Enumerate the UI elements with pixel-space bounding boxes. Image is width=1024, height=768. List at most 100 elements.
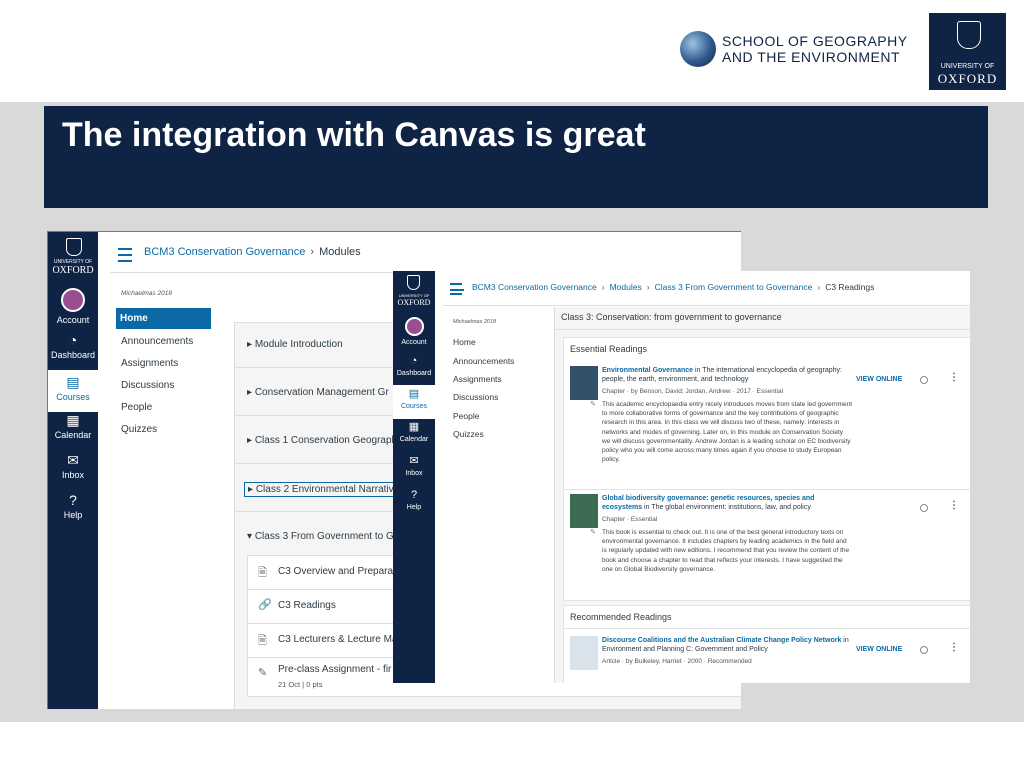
slide-title: The integration with Canvas is great <box>62 116 646 154</box>
nav-courses-label: Courses <box>56 392 90 402</box>
book-cover-thumbnail[interactable] <box>570 494 598 528</box>
nav-dashboard-label: Dashboard <box>396 370 432 377</box>
module-item-title[interactable]: C3 Overview and Preparat <box>278 566 396 577</box>
breadcrumb-course[interactable]: BCM3 Conservation Governance <box>144 246 305 258</box>
reading-title: Environmental Governance in The internat… <box>602 366 852 384</box>
inbox-icon: ✉ <box>67 452 79 468</box>
hamburger-menu-icon[interactable] <box>450 283 464 295</box>
nav-inbox[interactable]: ✉ Inbox <box>393 455 435 485</box>
reading-title: Global biodiversity governance: genetic … <box>602 494 852 512</box>
nav-calendar[interactable]: ▦ Calendar <box>393 421 435 451</box>
reading-meta: Chapter · by Benson, David; Jordan, Andr… <box>602 388 784 395</box>
course-nav-home[interactable]: Home <box>116 308 211 329</box>
breadcrumb: BCM3 Conservation Governance › Modules <box>144 246 361 258</box>
course-nav-people[interactable]: People <box>453 411 479 421</box>
breadcrumb-current: Modules <box>319 246 361 258</box>
oxford-nav-logo[interactable]: UNIVERSITY OF OXFORD <box>393 271 435 313</box>
nav-account[interactable]: Account <box>393 317 435 349</box>
nav-inbox[interactable]: ✉ Inbox <box>48 452 98 488</box>
page-icon: 🗎 <box>258 635 267 647</box>
nav-calendar-label: Calendar <box>399 436 429 443</box>
nav-inbox-label: Inbox <box>405 470 423 477</box>
status-circle-icon[interactable] <box>920 504 928 512</box>
status-circle-icon[interactable] <box>920 376 928 384</box>
course-nav-quizzes[interactable]: Quizzes <box>453 429 484 439</box>
nav-account-label: Account <box>56 315 90 325</box>
recommended-readings-panel: Recommended Readings Discourse Coalition… <box>563 605 970 683</box>
oxford-logo: UNIVERSITY OF OXFORD <box>929 13 1006 90</box>
course-nav-announcements[interactable]: Announcements <box>121 336 193 347</box>
module-title: Class 3 From Government to Go <box>254 531 400 542</box>
course-nav-assignments[interactable]: Assignments <box>453 374 502 384</box>
recommended-readings-heading: Recommended Readings <box>570 612 672 622</box>
nav-courses[interactable]: ▤ Courses <box>393 385 435 419</box>
reading-title-link[interactable]: Discourse Coalitions and the Australian … <box>602 637 841 644</box>
hamburger-menu-icon[interactable] <box>118 248 132 262</box>
reading-note: This academic encyclopaedia entry nicely… <box>602 401 853 464</box>
help-icon: ? <box>69 492 77 508</box>
nav-dashboard[interactable]: ◔ Dashboard <box>48 332 98 368</box>
breadcrumb-modules[interactable]: Modules <box>610 282 642 292</box>
oxford-crest-icon <box>66 238 82 256</box>
more-options-icon[interactable]: ⋮ <box>949 500 959 511</box>
nav-dashboard[interactable]: ◔ Dashboard <box>393 355 435 385</box>
oxford-crest-icon <box>407 275 420 290</box>
course-nav-discussions[interactable]: Discussions <box>453 392 498 402</box>
nav-account[interactable]: Account <box>48 288 98 325</box>
term-label: Michaelmas 2018 <box>121 290 172 297</box>
breadcrumb-module[interactable]: Class 3 From Government to Governance <box>655 282 813 292</box>
book-cover-thumbnail[interactable] <box>570 366 598 400</box>
header-divider <box>443 305 970 306</box>
inbox-icon: ✉ <box>409 455 419 467</box>
link-icon: 🔗 <box>258 599 272 611</box>
courses-icon: ▤ <box>408 388 420 400</box>
assignment-icon: ✎ <box>258 667 268 679</box>
oxford-crest-icon <box>957 21 981 49</box>
oxford-logo-small: UNIVERSITY OF <box>940 63 995 70</box>
more-options-icon[interactable]: ⋮ <box>949 642 959 653</box>
calendar-icon: ▦ <box>66 412 80 428</box>
nav-help-label: Help <box>406 504 422 511</box>
nav-dashboard-label: Dashboard <box>50 350 96 360</box>
note-icon: ✎ <box>590 401 596 408</box>
breadcrumb-current: C3 Readings <box>825 282 875 292</box>
logo-large-text: OXFORD <box>52 265 94 276</box>
oxford-nav-logo[interactable]: UNIVERSITY OF OXFORD <box>48 232 98 280</box>
breadcrumb-course[interactable]: BCM3 Conservation Governance <box>472 282 597 292</box>
nav-help-label: Help <box>63 510 83 520</box>
course-nav-discussions[interactable]: Discussions <box>121 380 174 391</box>
breadcrumb-separator-icon: › <box>310 246 315 258</box>
article-thumbnail[interactable] <box>570 636 598 670</box>
breadcrumb-separator-icon: › <box>601 282 605 292</box>
view-online-button[interactable]: VIEW ONLINE <box>856 376 902 383</box>
status-circle-icon[interactable] <box>920 646 928 654</box>
nav-courses[interactable]: ▤ Courses <box>48 370 98 412</box>
reading-title: Discourse Coalitions and the Australian … <box>602 636 852 654</box>
course-nav-people[interactable]: People <box>121 402 152 413</box>
nav-calendar[interactable]: ▦ Calendar <box>48 412 98 448</box>
heading-divider <box>564 628 970 629</box>
nav-account-label: Account <box>401 339 427 346</box>
reading-meta: Chapter · Essential <box>602 516 658 523</box>
course-nav-home[interactable]: Home <box>453 337 476 347</box>
module-item-title[interactable]: C3 Readings <box>278 600 336 611</box>
more-options-icon[interactable]: ⋮ <box>949 372 959 383</box>
view-online-button[interactable]: VIEW ONLINE <box>856 646 902 653</box>
essential-readings-panel: Essential Readings Environmental Governa… <box>563 337 970 601</box>
nav-help[interactable]: ? Help <box>393 489 435 519</box>
reading-title-link[interactable]: Environmental Governance <box>602 367 693 374</box>
global-nav: UNIVERSITY OF OXFORD Account ◔ Dashboard… <box>48 232 98 709</box>
readings-page-heading: Class 3: Conservation: from government t… <box>561 312 782 322</box>
course-nav-quizzes[interactable]: Quizzes <box>121 424 157 435</box>
reading-meta: Article · by Bulkeley, Harriet · 2000 · … <box>602 658 752 665</box>
module-item-title[interactable]: Pre-class Assignment - fir <box>278 664 391 675</box>
reading-source: in The global environment: institutions,… <box>642 504 811 511</box>
course-nav-announcements[interactable]: Announcements <box>453 356 514 366</box>
avatar-icon <box>404 317 424 336</box>
module-item-title[interactable]: C3 Lecturers & Lecture Ma <box>278 634 398 645</box>
nav-help[interactable]: ? Help <box>48 492 98 528</box>
course-nav-assignments[interactable]: Assignments <box>121 358 178 369</box>
breadcrumb-separator-icon: › <box>817 282 821 292</box>
reading-divider <box>564 489 970 490</box>
nav-courses-label: Courses <box>400 403 428 410</box>
